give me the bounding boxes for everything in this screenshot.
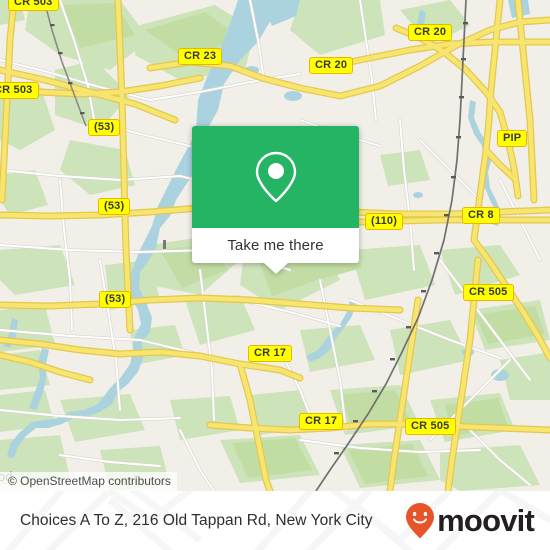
moovit-wordmark: moovit <box>437 503 535 538</box>
road-shield: CR 17 <box>248 345 293 362</box>
map-pin-icon <box>255 151 296 203</box>
map-viewport[interactable]: CR 503 CR 503 CR 23 CR 20 CR 20 (53) (53… <box>0 0 550 491</box>
road-shield: (53) <box>88 119 121 136</box>
location-popup[interactable]: Take me there <box>192 126 359 274</box>
road-shield: CR 20 <box>408 24 453 41</box>
take-me-there-button[interactable]: Take me there <box>192 228 359 263</box>
footer-content: Choices A To Z, 216 Old Tappan Rd, New Y… <box>0 491 550 550</box>
road-shield: CR 17 <box>299 413 344 430</box>
popup-image-area <box>192 126 359 228</box>
road-shield: CR 20 <box>309 57 354 74</box>
moovit-pin-smiley-icon <box>406 502 435 538</box>
map-attribution[interactable]: © OpenStreetMap contributors <box>0 472 177 491</box>
road-shield: CR 503 <box>0 82 39 99</box>
popup-pointer <box>263 263 288 274</box>
road-shield: PIP <box>497 130 528 147</box>
road-shield: CR 505 <box>405 418 456 435</box>
road-shield: (53) <box>98 198 131 215</box>
footer-bar: Choices A To Z, 216 Old Tappan Rd, New Y… <box>0 491 550 550</box>
road-shield: CR 23 <box>178 48 223 65</box>
road-shield: CR 505 <box>463 284 514 301</box>
location-title: Choices A To Z, 216 Old Tappan Rd, New Y… <box>20 511 373 529</box>
road-shield: (110) <box>365 213 404 230</box>
moovit-logo[interactable]: moovit <box>405 502 535 540</box>
road-shield: CR 503 <box>8 0 59 11</box>
road-shield: CR 8 <box>462 207 500 224</box>
take-me-there-label: Take me there <box>227 237 324 254</box>
road-shield: (53) <box>99 291 132 308</box>
map-screenshot: CR 503 CR 503 CR 23 CR 20 CR 20 (53) (53… <box>0 0 550 550</box>
